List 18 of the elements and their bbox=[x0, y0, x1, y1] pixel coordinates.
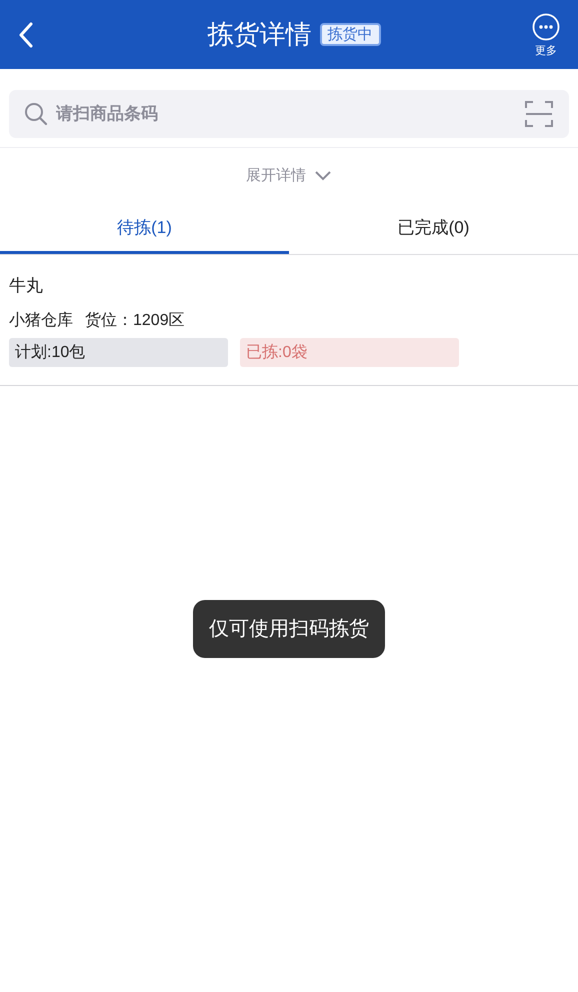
warehouse-label: 小猪仓库 bbox=[9, 310, 73, 330]
search-field[interactable]: 请扫商品条码 bbox=[56, 101, 516, 127]
product-name: 牛丸 bbox=[9, 275, 44, 297]
more-icon bbox=[532, 13, 560, 42]
location-label: 货位：1209区 bbox=[85, 310, 185, 330]
status-badge: 拣货中 bbox=[320, 23, 380, 46]
page-title: 拣货详情 bbox=[208, 18, 312, 51]
scan-icon[interactable] bbox=[524, 99, 554, 129]
toast-message: 仅可使用扫码拣货 bbox=[193, 600, 385, 658]
tab[interactable]: 待拣(1) bbox=[0, 204, 289, 254]
tab[interactable]: 已完成(0) bbox=[289, 204, 578, 254]
back-icon bbox=[18, 22, 34, 48]
search-bar[interactable]: 请扫商品条码 bbox=[9, 90, 569, 138]
more-button[interactable]: 更多 bbox=[526, 9, 566, 60]
picked-quantity: 已拣:0袋 bbox=[240, 338, 459, 366]
planned-quantity: 计划:10包 bbox=[9, 338, 228, 366]
search-icon bbox=[24, 102, 48, 126]
chevron-down-icon bbox=[314, 170, 332, 182]
